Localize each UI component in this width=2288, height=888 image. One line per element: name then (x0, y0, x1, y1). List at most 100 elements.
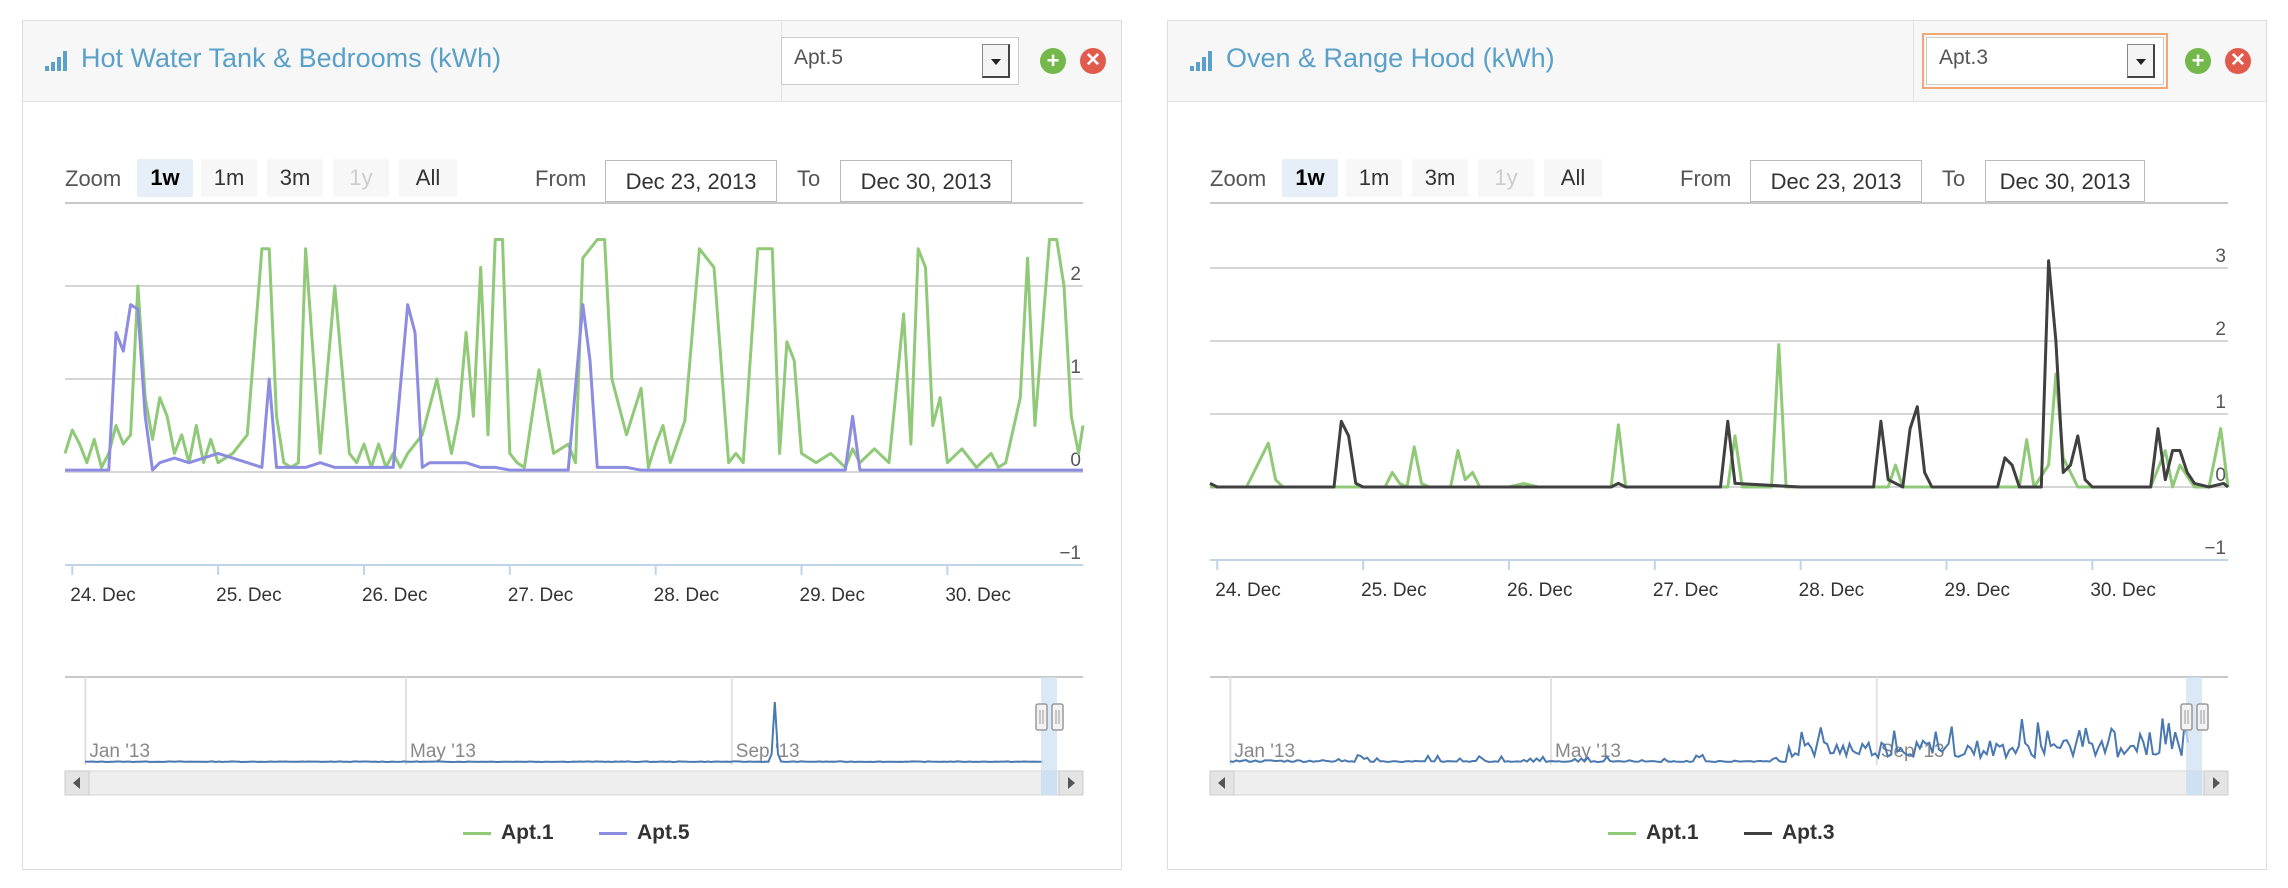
data-point (2193, 486, 2196, 489)
data-point (2025, 438, 2028, 441)
data-point (231, 452, 234, 455)
data-point (377, 466, 380, 469)
navigator-tick-label: Jan '13 (1234, 741, 1295, 762)
y-tick-label: 3 (2215, 246, 2226, 267)
data-point (2157, 427, 2160, 430)
data-point (756, 247, 759, 250)
data-point (1894, 464, 1897, 467)
data-point (2076, 486, 2079, 489)
data-point (1398, 482, 1401, 485)
data-point (603, 238, 606, 241)
data-point (931, 424, 934, 427)
data-point (851, 415, 854, 418)
data-point (581, 257, 584, 260)
data-point (217, 452, 220, 455)
data-point (2091, 486, 2094, 489)
data-point (414, 331, 417, 334)
data-point (669, 469, 672, 472)
data-point (1734, 434, 1737, 437)
x-tick-label: 27. Dec (508, 585, 573, 606)
data-point (122, 350, 125, 353)
data-point (1209, 482, 1212, 485)
chart-panel-hot-water: Hot Water Tank & Bedrooms (kWh) Apt.5 + … (22, 20, 1122, 870)
data-point (472, 415, 475, 418)
data-point (1070, 415, 1073, 418)
data-point (909, 443, 912, 446)
data-point (734, 452, 737, 455)
data-point (260, 247, 263, 250)
data-point (202, 461, 205, 464)
data-point (348, 452, 351, 455)
data-point (1077, 452, 1080, 455)
data-point (727, 469, 730, 472)
data-point (85, 461, 88, 464)
data-point (392, 466, 395, 469)
data-point (552, 469, 555, 472)
data-point (465, 331, 468, 334)
data-point (2186, 471, 2189, 474)
data-point (654, 443, 657, 446)
data-point (1508, 486, 1511, 489)
data-point (1930, 486, 1933, 489)
data-point (355, 461, 358, 464)
data-point (2011, 464, 2014, 467)
x-tick-label: 30. Dec (945, 585, 1010, 606)
data-point (1048, 238, 1051, 241)
data-point (1456, 449, 1459, 452)
data-point (1741, 486, 1744, 489)
data-point (1879, 420, 1882, 423)
data-point (508, 452, 511, 455)
data-point (683, 469, 686, 472)
data-point (946, 461, 949, 464)
data-point (1420, 482, 1423, 485)
data-point (917, 247, 920, 250)
data-point (1055, 238, 1058, 241)
data-point (1471, 471, 1474, 474)
legend-item-apt1[interactable]: Apt.1 (463, 821, 554, 845)
data-point (654, 469, 657, 472)
x-tick-label: 29. Dec (800, 585, 865, 606)
data-point (363, 443, 366, 446)
data-point (217, 461, 220, 464)
navigator-series-line (84, 701, 1044, 764)
x-tick-label: 30. Dec (2090, 580, 2155, 601)
data-point (2047, 464, 2050, 467)
data-point (523, 466, 526, 469)
legend-item-apt5[interactable]: Apt.5 (599, 821, 690, 845)
navigator-tick-label: Jan '13 (89, 741, 150, 762)
x-tick-label: 28. Dec (1799, 580, 1864, 601)
legend-label: Apt.1 (501, 821, 554, 844)
data-point (1362, 486, 1365, 489)
data-point (2171, 486, 2174, 489)
scrollbar-thumb (1041, 771, 1057, 795)
data-point (304, 247, 307, 250)
data-point (1033, 469, 1036, 472)
data-point (785, 469, 788, 472)
data-point (377, 443, 380, 446)
data-point (64, 452, 67, 455)
data-point (1274, 478, 1277, 481)
data-point (647, 466, 650, 469)
data-point (2062, 471, 2065, 474)
data-point (144, 415, 147, 418)
data-point (304, 466, 307, 469)
data-point (888, 469, 891, 472)
data-point (107, 469, 110, 472)
legend-item-apt3[interactable]: Apt.3 (1744, 821, 1835, 845)
legend-label: Apt.5 (637, 821, 690, 844)
legend-item-apt1[interactable]: Apt.1 (1608, 821, 1699, 845)
legend-label: Apt.3 (1782, 821, 1835, 844)
x-tick-label: 26. Dec (1507, 580, 1572, 601)
scrollbar-track (1209, 770, 2229, 796)
x-tick-label: 25. Dec (1361, 580, 1426, 601)
data-point (435, 461, 438, 464)
data-point (450, 461, 453, 464)
data-point (851, 447, 854, 450)
data-point (1653, 486, 1656, 489)
data-point (997, 466, 1000, 469)
data-point (158, 396, 161, 399)
data-point (100, 466, 103, 469)
data-point (858, 469, 861, 472)
data-point (1340, 420, 1343, 423)
data-point (450, 452, 453, 455)
